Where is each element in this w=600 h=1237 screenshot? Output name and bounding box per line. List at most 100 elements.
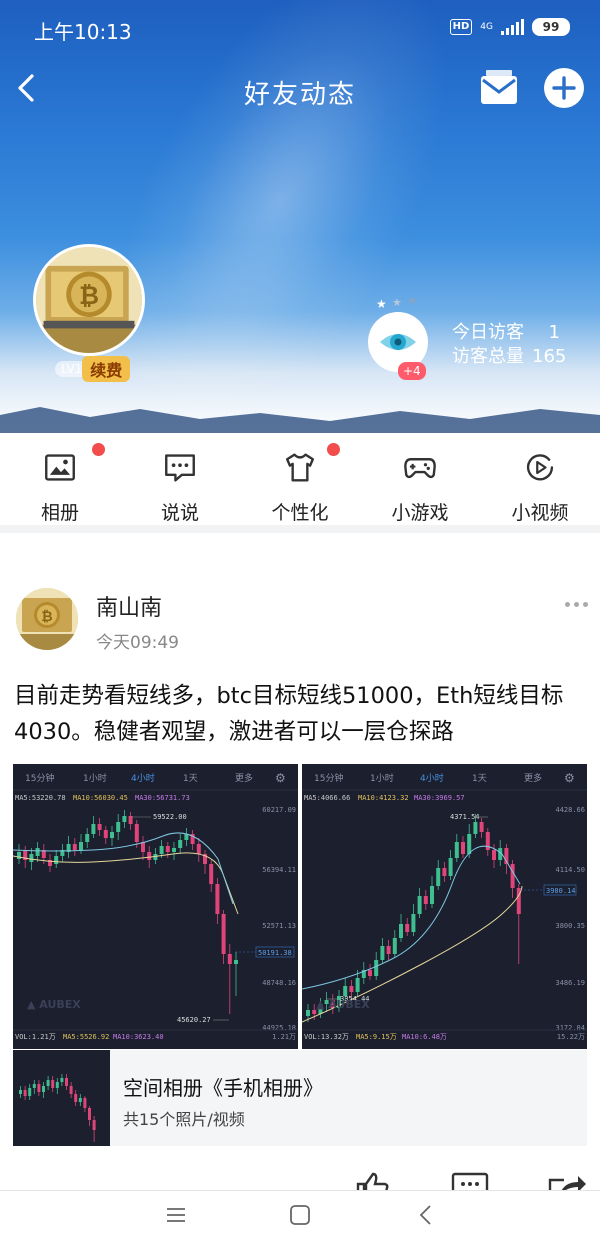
candle-body: [349, 986, 354, 992]
menu-icon[interactable]: [164, 1203, 188, 1227]
vol-ma5: MA5:9.15万: [356, 1033, 397, 1041]
chart-tab: 1天: [472, 774, 487, 784]
feature-shortvideo[interactable]: 小视频: [480, 433, 600, 525]
candle-body: [69, 1086, 73, 1094]
candle-body: [392, 938, 397, 954]
post-images: 15分钟 1小时 4小时 1天 更多 ⚙ MA5:53220.78 MA10:5…: [13, 764, 587, 1049]
price-tick: 3800.35: [555, 922, 585, 930]
candle-body: [386, 946, 391, 954]
candle-body: [83, 1098, 87, 1108]
candle-body: [417, 896, 422, 914]
candle-body: [430, 886, 434, 904]
candle-body: [88, 1108, 91, 1120]
candle-body: [184, 834, 189, 840]
candle-body: [37, 1084, 41, 1092]
candle-body: [473, 822, 478, 834]
red-dot-badge: [327, 443, 340, 456]
back-nav-icon[interactable]: [414, 1203, 438, 1227]
candle-body: [17, 852, 21, 859]
hd-icon: HD: [449, 19, 473, 35]
svg-text:₿: ₿: [41, 609, 52, 625]
candle-body: [221, 914, 226, 954]
chart-tab-active: 4小时: [420, 772, 444, 784]
svg-text:▲ AUBEX: ▲ AUBEX: [316, 998, 370, 1011]
chart-tab: 更多: [524, 772, 542, 784]
candle-body: [78, 1098, 82, 1102]
post-image-btc-chart[interactable]: 15分钟 1小时 4小时 1天 更多 ⚙ MA5:53220.78 MA10:5…: [13, 764, 298, 1049]
renew-button[interactable]: 续费: [82, 356, 131, 382]
feature-label: 个性化: [271, 502, 329, 524]
post-author-avatar[interactable]: ₿: [16, 588, 78, 650]
candle-body: [436, 868, 441, 886]
candle-body: [399, 924, 403, 938]
ma30-label: MA30:3969.57: [414, 794, 465, 802]
candle-body: [32, 1084, 36, 1088]
status-time: 上午10:13: [34, 20, 132, 44]
post-timestamp: 今天09:49: [96, 633, 179, 653]
price-tick: 4114.50: [555, 866, 585, 874]
price-tick: 3172.04: [555, 1024, 585, 1032]
feature-label: 小游戏: [391, 502, 449, 524]
chart-tab: 15分钟: [25, 772, 54, 784]
feed-post: ₿ 南山南 今天09:49 目前走势看短线多，btc目标短线51000，Eth短…: [0, 540, 600, 1160]
candle-body: [91, 824, 96, 834]
candle-body: [510, 864, 515, 888]
price-tick: 3486.19: [555, 979, 585, 987]
vol-max: 1.21万: [272, 1033, 296, 1041]
candle-body: [65, 1078, 68, 1086]
post-image-eth-chart[interactable]: 15分钟 1小时 4小时 1天 更多 ⚙ MA5:4066.66 MA10:41…: [302, 764, 587, 1049]
svg-text:★: ★: [408, 296, 417, 307]
candle-body: [29, 854, 34, 862]
album-thumbnail: [13, 1050, 110, 1146]
album-title: 空间相册《手机相册》: [123, 1076, 323, 1100]
feature-label: 相册: [40, 502, 79, 524]
feature-album[interactable]: 相册: [0, 433, 120, 525]
candle-body: [74, 1094, 78, 1102]
add-post-icon[interactable]: [544, 68, 584, 108]
today-visitors-count: 1: [548, 322, 560, 343]
feature-personalize[interactable]: 个性化: [240, 433, 360, 525]
price-tick: 48748.16: [262, 979, 296, 987]
chart-tab-active: 4小时: [131, 772, 155, 784]
stars-decoration: ★ ★ ★: [376, 296, 417, 311]
gamepad-icon: [404, 458, 436, 479]
more-options-icon[interactable]: [565, 602, 588, 607]
candle-body: [46, 1080, 50, 1086]
ma30-label: MA30:56731.73: [135, 794, 190, 802]
svg-text:⚙: ⚙: [275, 771, 286, 785]
candle-body: [209, 864, 214, 884]
home-icon[interactable]: [288, 1203, 312, 1227]
feature-shuoshuo[interactable]: 说说: [120, 433, 240, 525]
total-visitors[interactable]: 访客总量 165: [452, 342, 566, 368]
candle-body: [55, 1082, 59, 1088]
today-visitors[interactable]: 今日访客 1: [452, 318, 560, 344]
price-mark: 59522.00: [153, 813, 187, 821]
candle-body: [19, 1090, 22, 1094]
ma5-label: MA5:4066.66: [304, 794, 350, 802]
profile-avatar[interactable]: ₿: [33, 244, 145, 356]
photo-album-icon: [45, 454, 75, 481]
candle-body: [23, 1090, 27, 1096]
candle-body: [306, 1010, 310, 1016]
candle-body: [147, 852, 152, 860]
mail-icon[interactable]: [478, 68, 520, 108]
post-author-name[interactable]: 南山南: [96, 590, 162, 622]
feature-minigame[interactable]: 小游戏: [360, 433, 480, 525]
ma10-label: MA10:56030.45: [73, 794, 128, 802]
chart-tab: 1天: [183, 774, 198, 784]
album-link-card[interactable]: 空间相册《手机相册》 共15个照片/视频: [13, 1050, 587, 1146]
svg-text:₿: ₿: [79, 281, 99, 310]
feature-label: 说说: [160, 502, 199, 524]
candle-body: [60, 1078, 64, 1082]
candle-body: [448, 858, 453, 876]
price-tick: 52571.13: [262, 922, 296, 930]
candle-body: [122, 816, 127, 822]
level-badge[interactable]: LV1 续费: [55, 356, 131, 382]
candle-body: [374, 960, 379, 976]
candle-body: [196, 844, 201, 854]
candle-body: [411, 914, 416, 932]
album-subtitle: 共15个照片/视频: [123, 1110, 245, 1129]
chart-tab: 1小时: [83, 772, 107, 784]
svg-text:⚙: ⚙: [564, 771, 575, 785]
candle-body: [79, 842, 83, 850]
